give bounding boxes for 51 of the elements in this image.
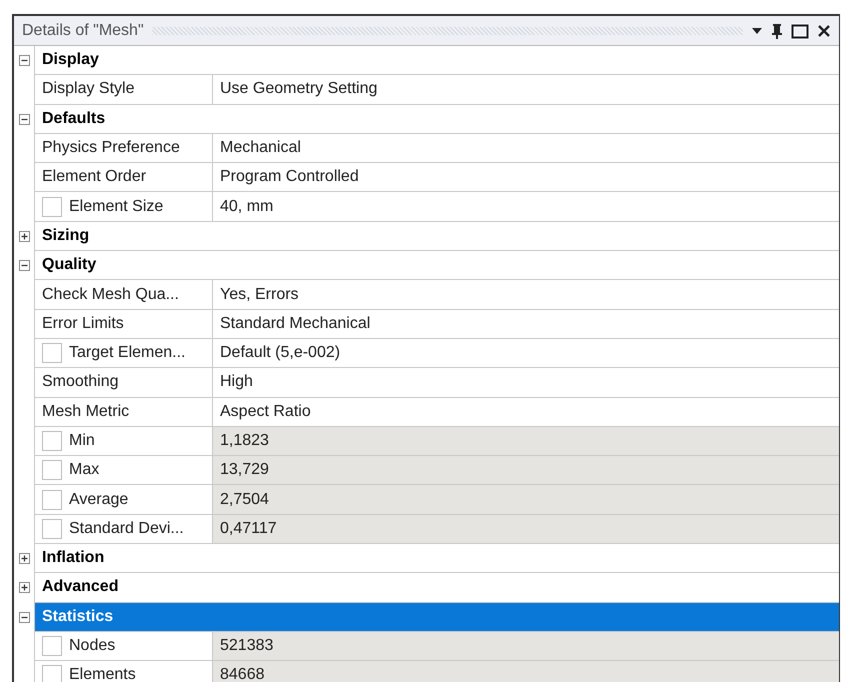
panel-title: Details of "Mesh"	[22, 20, 144, 40]
property-label: Element Order	[42, 167, 146, 188]
property-label: Nodes	[69, 636, 116, 656]
property-value: 84668	[213, 661, 839, 682]
checkbox[interactable]	[42, 196, 62, 217]
property-label: Physics Preference	[42, 138, 180, 158]
pin-icon[interactable]	[771, 22, 783, 38]
checkbox[interactable]	[42, 460, 62, 480]
close-icon[interactable]	[817, 24, 831, 38]
property-label: Min	[69, 431, 95, 451]
property-label: Mesh Metric	[42, 402, 130, 422]
dropdown-icon[interactable]	[751, 26, 763, 34]
property-label: Element Size	[69, 196, 164, 217]
group-header[interactable]: Quality	[34, 251, 839, 280]
property-value[interactable]: Aspect Ratio	[213, 398, 839, 427]
checkbox[interactable]	[42, 343, 62, 364]
property-label: Standard Devi...	[69, 518, 184, 539]
collapse-icon[interactable]	[18, 55, 30, 66]
checkbox[interactable]	[42, 665, 62, 682]
group-header[interactable]: Display	[34, 46, 839, 76]
property-label: Average	[69, 490, 128, 510]
property-value: 0,47117	[213, 514, 839, 544]
expand-icon[interactable]	[18, 230, 30, 242]
expand-icon[interactable]	[18, 553, 30, 564]
group-header[interactable]: Sizing	[34, 222, 839, 252]
property-label: Target Elemen...	[69, 343, 186, 364]
property-value[interactable]: Standard Mechanical	[213, 310, 839, 339]
maximize-icon[interactable]	[791, 22, 809, 38]
group-header[interactable]: Inflation	[34, 544, 839, 574]
property-label: Max	[69, 460, 100, 480]
checkbox[interactable]	[42, 490, 62, 510]
expand-icon[interactable]	[18, 582, 30, 594]
checkbox[interactable]	[42, 636, 62, 656]
checkbox[interactable]	[42, 431, 62, 451]
group-header[interactable]: Defaults	[34, 104, 839, 134]
collapse-icon[interactable]	[18, 114, 30, 125]
property-value: 521383	[213, 632, 839, 662]
property-value: 2,7504	[213, 485, 839, 515]
property-label: Elements	[69, 665, 136, 682]
collapse-icon[interactable]	[18, 612, 30, 623]
group-header[interactable]: Advanced	[34, 573, 839, 603]
property-value: 13,729	[213, 456, 839, 486]
property-label: Check Mesh Qua...	[42, 284, 179, 305]
property-label: Smoothing	[42, 372, 118, 392]
checkbox[interactable]	[42, 518, 62, 539]
group-header[interactable]: Statistics	[34, 602, 839, 632]
property-label: Display Style	[42, 79, 134, 100]
title-bar-grip[interactable]	[152, 26, 743, 34]
collapse-icon[interactable]	[18, 260, 30, 272]
property-value: 1,1823	[213, 426, 839, 456]
property-label: Error Limits	[42, 314, 124, 334]
